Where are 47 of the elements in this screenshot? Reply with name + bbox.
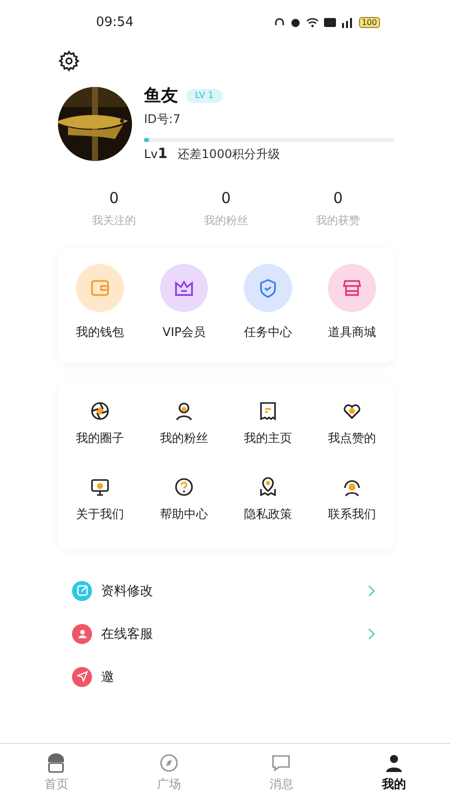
person-icon [76, 628, 88, 639]
feature-button[interactable] [244, 264, 292, 312]
user-id: ID号:7 [144, 111, 182, 128]
feature-label[interactable]: 我的钱包 [76, 324, 124, 341]
shield-icon [257, 277, 279, 299]
menu-label[interactable]: 关于我们 [76, 506, 124, 523]
user-name: 鱼友 [144, 85, 178, 107]
menu-label[interactable]: 隐私政策 [244, 506, 292, 523]
map-pin-icon [258, 477, 278, 497]
headset-icon [342, 477, 362, 497]
aperture-icon [90, 401, 110, 421]
status-time: 09:54 [96, 14, 134, 30]
edit-icon [76, 585, 88, 596]
level-label: Lv1 [144, 146, 168, 162]
store-icon [341, 277, 363, 299]
headphones-icon [274, 16, 285, 28]
menu-label[interactable]: 我的圈子 [76, 430, 124, 447]
feature-button[interactable] [328, 264, 376, 312]
menu-label[interactable]: 我的粉丝 [160, 430, 208, 447]
send-icon [76, 671, 88, 682]
stat-count[interactable]: 0 [109, 189, 119, 207]
stat-count[interactable]: 0 [333, 189, 343, 207]
monitor-icon [90, 477, 110, 497]
feature-button[interactable] [160, 264, 208, 312]
list-item-label[interactable]: 资料修改 [101, 582, 359, 600]
menu-label[interactable]: 帮助中心 [160, 506, 208, 523]
compass-icon [158, 752, 180, 774]
battery-level: 100 [358, 16, 380, 28]
menu-label[interactable]: 我的主页 [244, 430, 292, 447]
help-icon [174, 477, 194, 497]
level-hint: 还差1000积分升级 [178, 146, 280, 163]
wallet-icon [89, 277, 111, 299]
menu-label[interactable]: 我点赞的 [328, 430, 376, 447]
feature-label[interactable]: 任务中心 [244, 324, 292, 341]
feature-label[interactable]: 道具商城 [328, 324, 376, 341]
signal-icon [340, 16, 354, 28]
wifi-icon [306, 16, 319, 28]
list-item-label[interactable]: 邀 [101, 668, 376, 686]
stat-count[interactable]: 0 [221, 189, 231, 207]
feature-label[interactable]: VIP会员 [162, 324, 206, 341]
person-icon [174, 401, 194, 421]
list-item-label[interactable]: 在线客服 [101, 624, 359, 642]
tab-item[interactable]: 我的 [338, 744, 450, 800]
document-icon [258, 401, 278, 421]
menu-label[interactable]: 联系我们 [328, 506, 376, 523]
settings-icon[interactable] [58, 50, 80, 72]
level-badge: LV 1 [186, 88, 223, 102]
